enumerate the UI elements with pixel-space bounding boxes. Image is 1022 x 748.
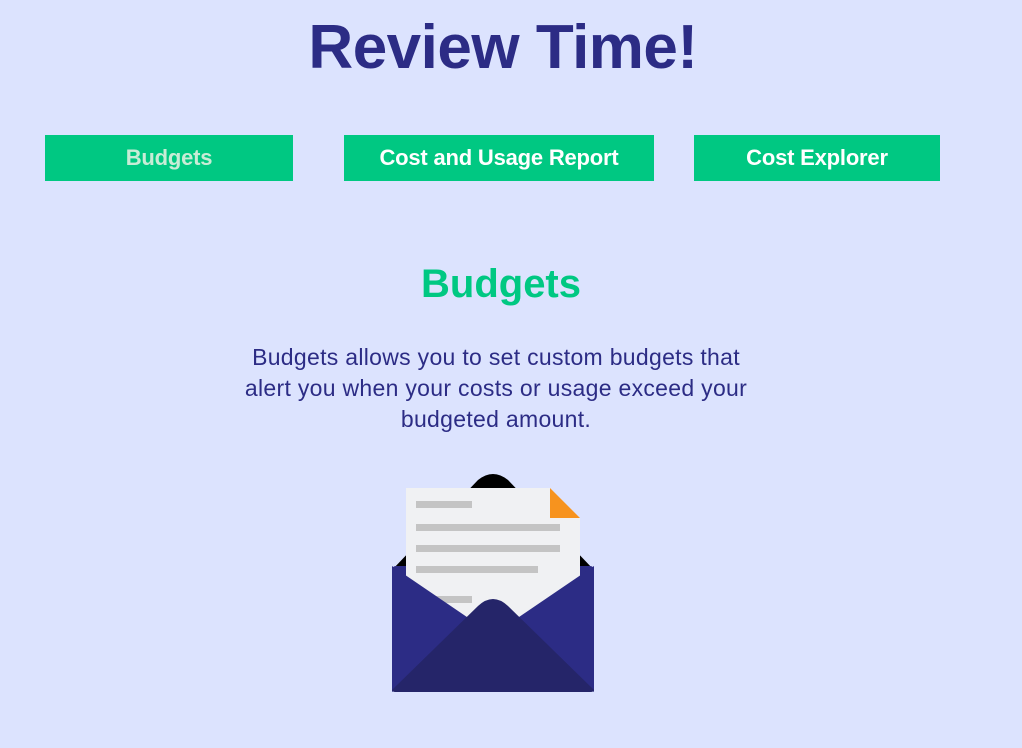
- letter-line: [416, 566, 538, 573]
- section-heading: Budgets: [421, 262, 581, 306]
- tab-cost-and-usage-report[interactable]: Cost and Usage Report: [344, 135, 654, 181]
- page-title: Review Time!: [308, 13, 698, 82]
- section-description: Budgets allows you to set custom budgets…: [244, 344, 748, 432]
- letter-corner: [550, 488, 580, 518]
- letter-line: [416, 501, 472, 508]
- open-envelope-with-letter-icon: [392, 474, 594, 692]
- tab-budgets[interactable]: Budgets: [45, 135, 293, 181]
- letter-line: [416, 545, 560, 552]
- letter-line: [416, 524, 560, 531]
- tab-cost-explorer[interactable]: Cost Explorer: [694, 135, 940, 181]
